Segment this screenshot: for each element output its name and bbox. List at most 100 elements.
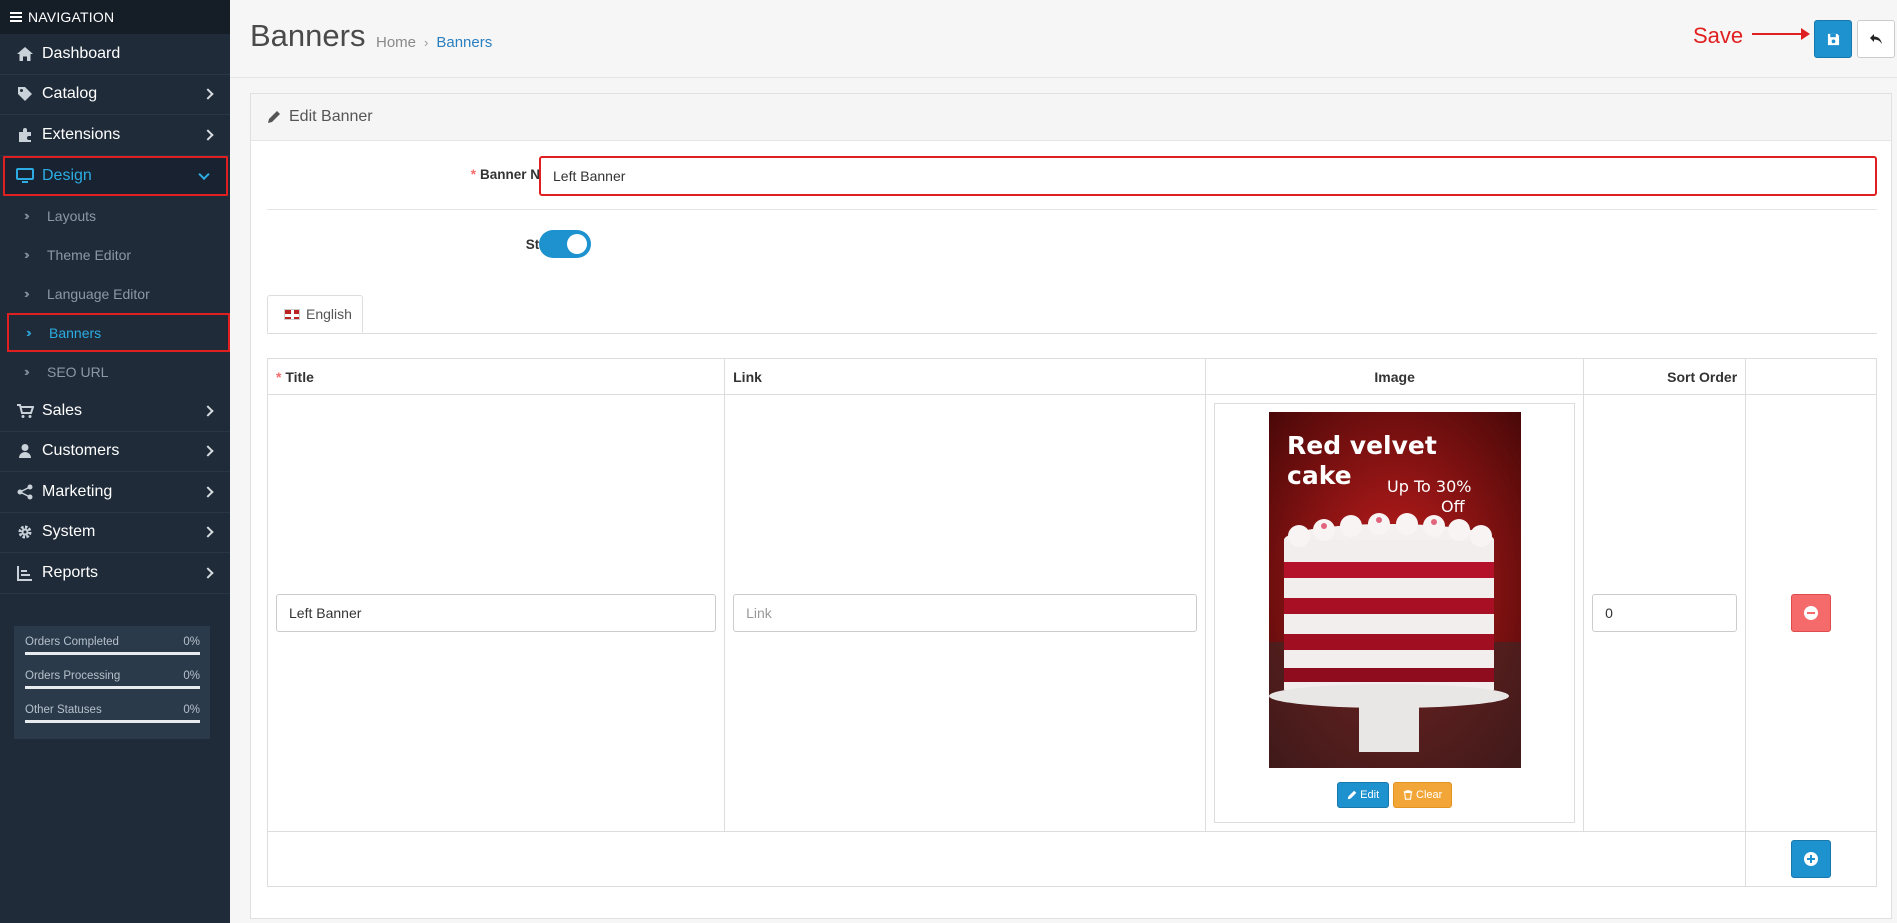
sidebar-subitem-language-editor[interactable]: ›› Language Editor <box>0 274 230 313</box>
banner-text-line1: Red velvet <box>1287 431 1437 460</box>
chevron-right-icon <box>202 486 214 498</box>
sidebar: NAVIGATION Dashboard Catalog Extensions … <box>0 0 230 923</box>
sidebar-item-label: System <box>42 523 96 541</box>
col-image-header: Image <box>1205 358 1585 395</box>
chevron-right-icon <box>202 88 214 100</box>
sidebar-item-reports[interactable]: Reports <box>0 553 230 594</box>
edit-banner-panel: Edit Banner *Banner Name Left Banner Sta… <box>250 93 1892 919</box>
sort-order-input[interactable]: 0 <box>1592 594 1738 632</box>
sidebar-subitem-seo-url[interactable]: ›› SEO URL <box>0 352 230 391</box>
tab-english[interactable]: English <box>267 295 363 333</box>
sidebar-subitem-label: Banners <box>49 324 102 341</box>
breadcrumb-separator-icon: › <box>424 35 429 50</box>
page-title: Banners <box>250 18 366 53</box>
sidebar-item-label: Sales <box>42 401 83 419</box>
remove-row-button[interactable] <box>1791 594 1832 632</box>
sort-order-cell: 0 <box>1583 394 1747 832</box>
col-title-header: * Title <box>266 358 726 395</box>
breadcrumb-banners[interactable]: Banners <box>436 34 492 51</box>
col-link-header: Link <box>724 358 1207 395</box>
sidebar-item-customers[interactable]: Customers <box>0 432 230 472</box>
link-input[interactable]: Link <box>733 594 1198 632</box>
col-sort-order-header: Sort Order <box>1583 358 1747 395</box>
banner-images-table: * Title Link Image Sort Order Left Banne… <box>266 358 1877 887</box>
sidebar-subitem-label: SEO URL <box>47 363 109 380</box>
floppy-disk-icon <box>1827 33 1839 45</box>
save-button[interactable] <box>1814 20 1852 58</box>
sidebar-item-design[interactable]: Design <box>3 155 228 196</box>
puzzle-icon <box>15 126 35 144</box>
image-thumbnail[interactable]: Red velvet cake Up To 30% Off Edit Clear <box>1214 403 1576 823</box>
stat-label: Other Statuses <box>25 704 102 716</box>
sidebar-item-label: Extensions <box>42 125 121 143</box>
user-icon <box>15 442 35 460</box>
banner-image: Red velvet cake Up To 30% Off <box>1269 412 1522 768</box>
minus-circle-icon <box>1804 606 1819 620</box>
sidebar-item-label: Customers <box>42 442 120 460</box>
sidebar-subitem-label: Language Editor <box>47 285 150 302</box>
footer-spacer-cell <box>266 831 1747 887</box>
sidebar-subitem-layouts[interactable]: ›› Layouts <box>0 196 230 235</box>
link-cell: Link <box>724 394 1207 832</box>
progress-bar <box>25 720 200 723</box>
monitor-icon <box>15 167 35 185</box>
gear-icon <box>15 523 35 541</box>
chevron-down-icon <box>198 168 210 180</box>
hamburger-icon[interactable] <box>10 12 22 22</box>
title-input[interactable]: Left Banner <box>276 594 717 632</box>
edit-image-button[interactable]: Edit <box>1337 782 1390 808</box>
stat-percent: 0% <box>183 670 200 682</box>
title-cell: Left Banner <box>266 394 726 832</box>
pencil-icon <box>1347 790 1357 800</box>
panel-heading-text: Edit Banner <box>289 108 373 125</box>
edit-image-label: Edit <box>1360 789 1380 801</box>
chevron-right-icon <box>202 526 214 538</box>
add-cell <box>1745 831 1877 887</box>
image-cell: Red velvet cake Up To 30% Off Edit Clear <box>1205 394 1585 832</box>
tab-english-label: English <box>306 306 352 322</box>
table-footer-row <box>266 831 1877 887</box>
double-chevron-icon: ›› <box>24 286 30 301</box>
cake-illustration: Red velvet cake Up To 30% Off <box>1269 412 1522 768</box>
breadcrumb-home[interactable]: Home <box>376 34 416 51</box>
stat-orders-completed: Orders Completed 0% <box>25 636 200 656</box>
sidebar-subitem-label: Layouts <box>47 207 97 224</box>
share-icon <box>15 483 35 501</box>
reply-icon <box>1870 34 1882 44</box>
stat-percent: 0% <box>183 704 200 716</box>
sidebar-item-catalog[interactable]: Catalog <box>0 75 230 115</box>
progress-bar <box>25 686 200 689</box>
trash-icon <box>1403 790 1413 800</box>
stat-percent: 0% <box>183 636 200 648</box>
sidebar-item-extensions[interactable]: Extensions <box>0 115 230 156</box>
sidebar-subitem-banners[interactable]: ›› Banners <box>7 313 230 352</box>
add-banner-button[interactable] <box>1791 840 1832 878</box>
required-asterisk: * <box>276 368 286 385</box>
sidebar-item-sales[interactable]: Sales <box>0 391 230 432</box>
stat-label: Orders Completed <box>25 636 119 648</box>
sidebar-subitem-theme-editor[interactable]: ›› Theme Editor <box>0 235 230 274</box>
navigation-header[interactable]: NAVIGATION <box>0 0 230 34</box>
stat-other-statuses: Other Statuses 0% <box>25 704 200 724</box>
double-chevron-icon: ›› <box>26 325 32 340</box>
pencil-icon <box>268 111 280 123</box>
breadcrumb: Home › Banners <box>376 34 492 51</box>
clear-image-label: Clear <box>1416 789 1443 801</box>
remove-cell <box>1745 394 1877 832</box>
sidebar-item-label: Design <box>42 166 92 184</box>
sidebar-item-system[interactable]: System <box>0 513 230 553</box>
annotation-arrow-icon <box>1752 28 1810 40</box>
double-chevron-icon: ›› <box>24 247 30 262</box>
double-chevron-icon: ›› <box>24 364 30 379</box>
required-asterisk: * <box>470 167 476 182</box>
back-button[interactable] <box>1857 20 1895 58</box>
sidebar-item-dashboard[interactable]: Dashboard <box>0 34 230 75</box>
clear-image-button[interactable]: Clear <box>1393 782 1453 808</box>
stat-label: Orders Processing <box>25 670 121 682</box>
sidebar-item-label: Dashboard <box>42 44 121 62</box>
sidebar-item-marketing[interactable]: Marketing <box>0 472 230 513</box>
banner-text-line4: Off <box>1441 497 1466 516</box>
status-toggle[interactable] <box>539 230 591 258</box>
banner-name-input[interactable]: Left Banner <box>539 156 1877 196</box>
sidebar-item-label: Marketing <box>42 482 113 500</box>
